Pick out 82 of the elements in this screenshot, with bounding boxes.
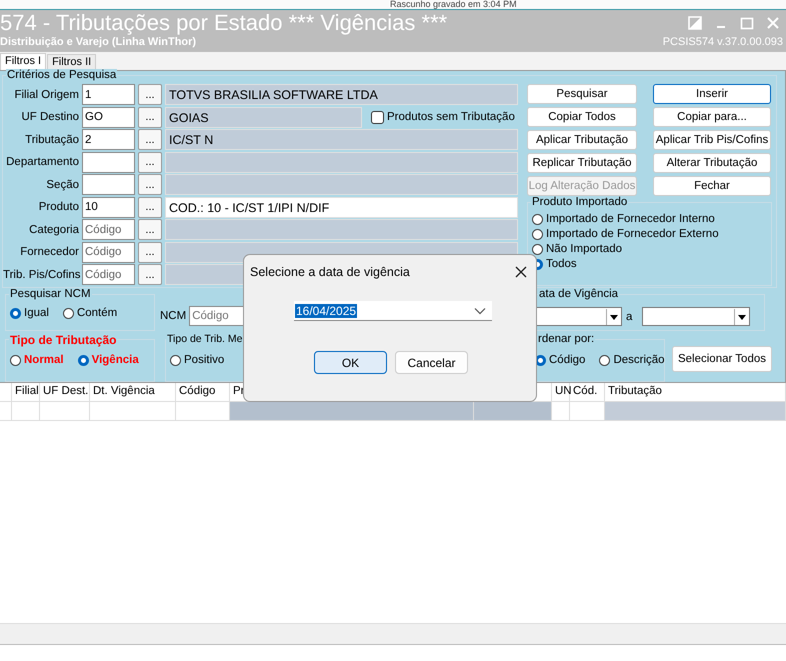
column-header[interactable]: Cód. [570, 383, 605, 401]
column-header[interactable]: Filial [12, 383, 40, 401]
action-button[interactable]: Inserir [653, 84, 771, 104]
group-title: Pesquisar NCM [9, 288, 92, 300]
field-label: Produto [38, 201, 79, 213]
input-field[interactable]: 2 [82, 129, 135, 150]
lookup-button[interactable]: ... [138, 152, 162, 172]
column-header[interactable]: Tributação [605, 383, 786, 401]
radio-button[interactable]: Não Importado [532, 243, 767, 255]
lookup-button[interactable]: ... [138, 106, 162, 128]
description-field: COD.: 10 - IC/ST 1/IPI N/DIF [165, 196, 518, 218]
select-all-button[interactable]: Selecionar Todos [672, 346, 772, 372]
radio-button[interactable]: Importado de Fornecedor Interno [532, 213, 767, 225]
field-label: Fornecedor [19, 246, 79, 258]
window-title: 574 - Tributações por Estado *** Vigências *** [0, 10, 448, 36]
lookup-button[interactable]: ... [138, 219, 162, 240]
action-button[interactable]: Aplicar Tributação [527, 130, 637, 150]
field-label: NCM [160, 310, 186, 322]
radio-button[interactable]: Descrição [599, 354, 665, 366]
dialog-button[interactable]: Cancelar [395, 351, 468, 374]
input-field[interactable]: 1 [82, 84, 135, 105]
radio-button[interactable]: Contém [62, 307, 118, 319]
action-button[interactable]: Replicar Tributação [527, 153, 637, 173]
chevron-down-icon[interactable] [474, 306, 486, 314]
field-label: UF Destino [20, 111, 79, 123]
tab[interactable]: Filtros I [0, 53, 46, 70]
column-header[interactable]: UF Dest. [40, 383, 90, 401]
column-header[interactable]: UN [552, 383, 570, 401]
checkbox[interactable]: Produtos sem Tributação [371, 110, 515, 124]
input-field[interactable]: Código [82, 264, 135, 285]
dialog-button[interactable]: OK [314, 351, 387, 374]
group-title: Critérios de Pesquisa [6, 69, 118, 81]
input-field[interactable]: GO [82, 106, 135, 128]
lookup-button[interactable]: ... [138, 129, 162, 150]
lookup-button[interactable]: ... [138, 242, 162, 262]
dialog-title: Selecione a data de vigência [250, 265, 410, 279]
field-label: Departamento [5, 156, 79, 168]
lookup-button[interactable]: ... [138, 174, 162, 195]
action-button[interactable]: Copiar Todos [527, 107, 637, 127]
radio-button[interactable]: Importado de Fornecedor Externo [532, 228, 767, 240]
radio-button[interactable]: Positivo [170, 354, 224, 366]
action-button[interactable]: Alterar Tributação [653, 153, 771, 173]
column-header[interactable]: Dt. Vigência [90, 383, 176, 401]
input-field[interactable] [82, 174, 135, 195]
lookup-button[interactable]: ... [138, 84, 162, 105]
lookup-button[interactable]: ... [138, 264, 162, 285]
action-button[interactable]: Copiar para... [653, 107, 771, 127]
field-label: Seção [45, 178, 79, 190]
tab[interactable]: Filtros II [47, 54, 96, 70]
window-subtitle: Distribuição e Varejo (Linha WinThor) [0, 36, 196, 48]
group-title: Tipo de Tributação [9, 333, 118, 347]
lookup-button[interactable]: ... [138, 196, 162, 218]
input-field[interactable]: 10 [82, 196, 135, 218]
field-label: Filial Origem [13, 88, 79, 100]
dropdown-arrow-icon[interactable] [606, 308, 621, 324]
restore-icon[interactable] [688, 16, 702, 30]
description-field: TOTVS BRASILIA SOFTWARE LTDA [165, 84, 518, 105]
date-dropdown[interactable] [642, 307, 750, 326]
date-combo[interactable]: 16/04/2025 [294, 301, 492, 321]
description-field: GOIAS [165, 106, 362, 128]
group-title: Tipo de Trib. Me [166, 333, 244, 345]
radio-button[interactable]: Igual [10, 307, 49, 319]
action-button[interactable]: Pesquisar [527, 84, 637, 104]
group-title: rdenar por: [537, 333, 596, 345]
maximize-icon[interactable] [740, 16, 754, 30]
field-label: Trib. Pis/Cofins [3, 268, 79, 280]
input-field[interactable] [82, 152, 135, 172]
group-title: Produto Importado [531, 196, 628, 208]
column-header[interactable]: Código [176, 383, 230, 401]
scroll-bar[interactable] [0, 623, 786, 645]
field-label: Tributação [24, 134, 79, 146]
input-field[interactable]: Código [82, 219, 135, 240]
version-label: PCSIS574 v.37.0.00.093 [662, 36, 784, 48]
input-field[interactable]: Código [82, 242, 135, 262]
action-button[interactable]: Aplicar Trib Pis/Cofins [653, 130, 771, 150]
close-icon[interactable] [514, 265, 528, 279]
field-label: Categoria [28, 224, 79, 236]
description-field: IC/ST N [165, 129, 518, 150]
range-separator: a [626, 310, 632, 322]
save-status: Rascunho gravado em 3:04 PM [390, 0, 517, 9]
group-title: ata de Vigência [538, 288, 620, 300]
action-button[interactable]: Fechar [653, 176, 771, 196]
